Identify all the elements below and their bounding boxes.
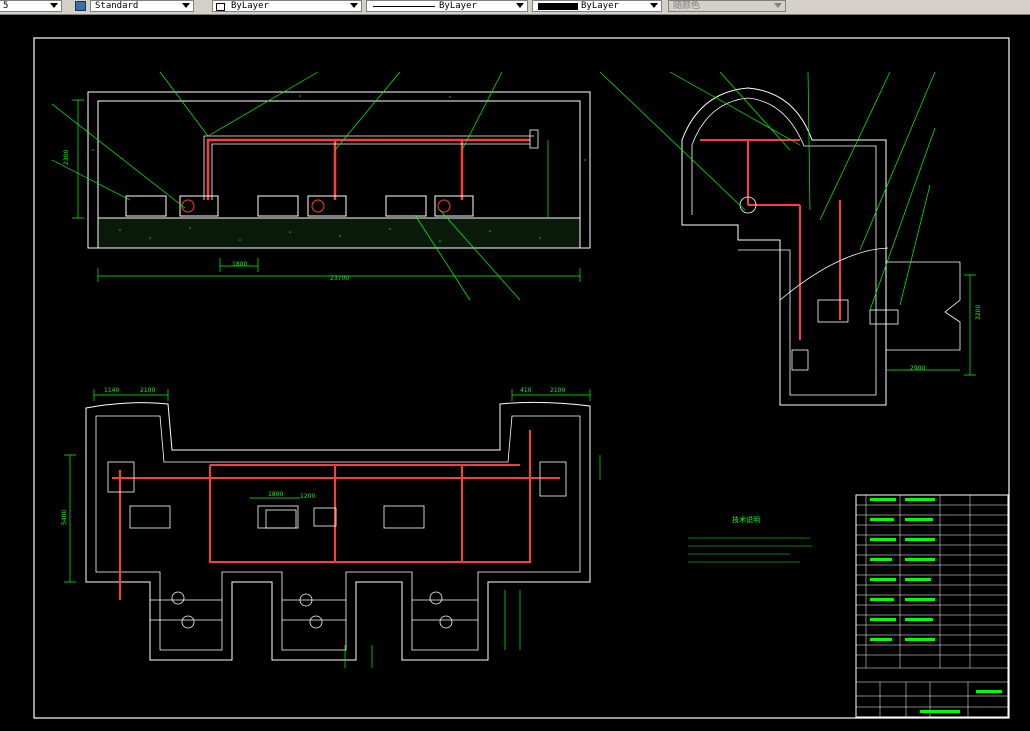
linetype-dropdown[interactable]: ByLayer bbox=[366, 0, 528, 12]
section-outer-wall bbox=[681, 87, 887, 406]
plan-dimension-3: 410 bbox=[520, 387, 532, 394]
section-dimension-1: 3200 bbox=[975, 305, 982, 320]
title-block-text-marks bbox=[870, 498, 1002, 713]
lineweight-value: ByLayer bbox=[581, 1, 619, 11]
pump-room-section: 3200 2900 bbox=[599, 71, 982, 406]
plan-dimension-7: 5400 bbox=[61, 510, 68, 525]
plan-dimension-6: 1200 bbox=[300, 493, 315, 500]
title-block-grid bbox=[856, 495, 1008, 717]
chevron-down-icon bbox=[774, 3, 782, 8]
color-dropdown[interactable]: ByLayer bbox=[212, 0, 362, 12]
elevation-dimensions bbox=[51, 71, 581, 301]
plot-style-value: 随颜色 bbox=[673, 1, 701, 11]
technical-notes: 技术说明 bbox=[688, 515, 812, 563]
pump-room-elevation: 23700 1800 2300 bbox=[51, 71, 591, 301]
dimension-height: 2300 bbox=[63, 150, 70, 165]
plan-dimensions bbox=[64, 389, 601, 668]
text-style-dropdown[interactable]: Standard bbox=[90, 0, 194, 12]
elevation-pump-3 bbox=[385, 195, 474, 217]
layer-value: 5 bbox=[3, 1, 9, 11]
title-block bbox=[855, 494, 1009, 718]
plan-outer-wall bbox=[85, 401, 591, 661]
chevron-down-icon[interactable] bbox=[182, 3, 190, 8]
chevron-down-icon[interactable] bbox=[50, 3, 58, 8]
properties-toolbar: 5 Standard ByLayer ByLayer ByLayer 随颜色 bbox=[0, 0, 1030, 15]
chevron-down-icon[interactable] bbox=[650, 3, 658, 8]
elevation-pipes bbox=[206, 138, 530, 200]
elevation-pump-2 bbox=[257, 195, 347, 217]
dimension-total-length: 23700 bbox=[330, 275, 349, 282]
linetype-value: ByLayer bbox=[439, 1, 477, 11]
color-value: ByLayer bbox=[231, 1, 269, 11]
elevation-floor bbox=[97, 217, 581, 249]
section-dimensions bbox=[599, 71, 976, 376]
elevation-inner-wall bbox=[97, 100, 581, 219]
drawing-canvas[interactable]: 23700 1800 2300 3200 2900 1140 2100 410 … bbox=[0, 15, 1030, 731]
plan-dimension-2: 2100 bbox=[140, 387, 155, 394]
dimension-spacing: 1800 bbox=[232, 261, 247, 268]
text-style-value: Standard bbox=[95, 1, 139, 11]
plan-dimension-5: 1800 bbox=[268, 491, 283, 498]
section-dimension-2: 2900 bbox=[910, 365, 925, 372]
plan-inner-wall bbox=[95, 415, 581, 651]
color-swatch-icon bbox=[216, 3, 225, 11]
lineweight-preview-icon bbox=[538, 3, 578, 10]
section-inner-wall bbox=[691, 97, 877, 396]
lineweight-dropdown[interactable]: ByLayer bbox=[532, 0, 662, 12]
chevron-down-icon[interactable] bbox=[350, 3, 358, 8]
linetype-preview-icon bbox=[373, 6, 435, 7]
notes-title: 技术说明 bbox=[732, 515, 760, 524]
section-equipment bbox=[739, 196, 961, 371]
layer-dropdown[interactable]: 5 bbox=[0, 0, 62, 12]
plan-dimension-1: 1140 bbox=[104, 387, 119, 394]
pump-room-plan: 1140 2100 410 2100 1800 1200 5400 bbox=[61, 387, 601, 668]
chevron-down-icon[interactable] bbox=[516, 3, 524, 8]
text-style-icon bbox=[75, 1, 86, 11]
plan-dimension-4: 2100 bbox=[550, 387, 565, 394]
plot-style-dropdown: 随颜色 bbox=[668, 0, 786, 12]
notes-lines bbox=[688, 537, 812, 563]
plan-equipment bbox=[107, 461, 567, 629]
